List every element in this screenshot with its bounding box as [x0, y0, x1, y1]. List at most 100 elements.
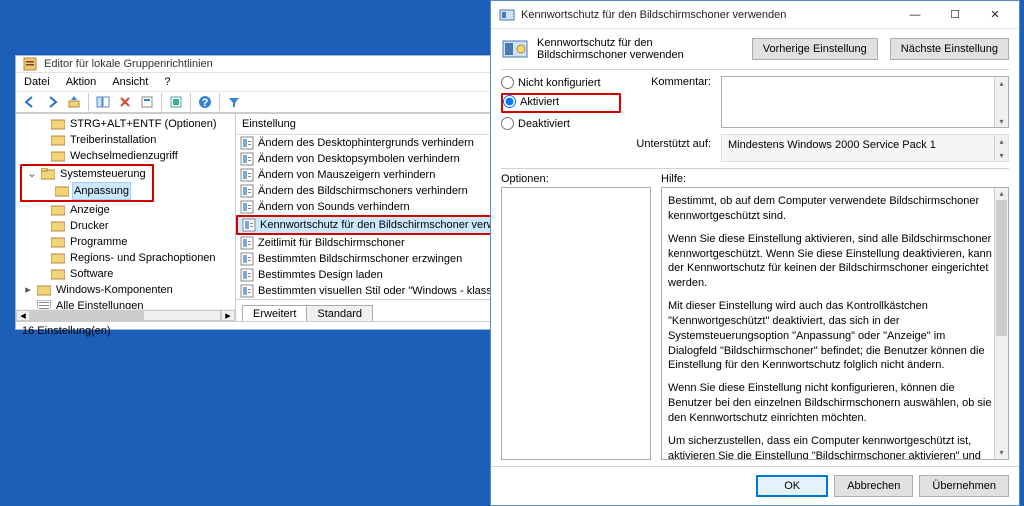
tab-standard[interactable]: Standard: [306, 305, 373, 321]
scroll-up-icon[interactable]: ▴: [995, 135, 1008, 147]
gpedit-toolbar: ?: [16, 92, 494, 113]
filter-icon[interactable]: [224, 92, 244, 112]
policy-item[interactable]: Bestimmtes Design laden: [236, 267, 494, 283]
tree-item-windows-komponenten[interactable]: ▸Windows-Komponenten: [20, 282, 235, 298]
policy-list[interactable]: Ändern des Desktophintergrunds verhinder…: [236, 135, 494, 299]
policy-item-icon: [240, 268, 254, 282]
tree-item-systemsteuerung[interactable]: ⌄Systemsteuerung: [24, 166, 150, 182]
policy-item[interactable]: Ändern des Desktophintergrunds verhinder…: [236, 135, 494, 151]
menu-aktion[interactable]: Aktion: [58, 73, 105, 91]
menu-datei[interactable]: Datei: [16, 73, 58, 91]
help-icon[interactable]: ?: [195, 92, 215, 112]
policy-title: Kennwortschutz für den Bildschirmschoner…: [521, 9, 895, 21]
folder-icon: [51, 267, 65, 281]
supported-label: Unterstützt auf:: [631, 138, 711, 150]
options-box[interactable]: [501, 187, 651, 460]
policy-item-label: Ändern des Desktophintergrunds verhinder…: [258, 137, 474, 149]
column-header-einstellung[interactable]: Einstellung: [236, 114, 494, 135]
radio-disabled[interactable]: Deaktiviert: [501, 117, 621, 130]
help-textbox[interactable]: Bestimmt, ob auf dem Computer verwendete…: [661, 187, 1009, 460]
maximize-button[interactable]: ☐: [935, 4, 975, 26]
supported-scrollbar[interactable]: ▴▾: [994, 135, 1008, 161]
show-hide-tree-icon[interactable]: [93, 92, 113, 112]
policy-item[interactable]: Ändern von Mauszeigern verhindern: [236, 167, 494, 183]
tree-item[interactable]: Programme: [34, 234, 235, 250]
folder-icon: [55, 184, 69, 198]
tree-item[interactable]: Software: [34, 266, 235, 282]
policy-header: Kennwortschutz für den Bildschirmschoner…: [491, 29, 1019, 69]
gpedit-tree-pane[interactable]: STRG+ALT+ENTF (Optionen) Treiberinstalla…: [16, 114, 236, 321]
cancel-button[interactable]: Abbrechen: [834, 475, 913, 497]
policy-item-icon: [240, 284, 254, 298]
menu-help[interactable]: ?: [156, 73, 178, 91]
scroll-down-icon[interactable]: ▾: [995, 447, 1008, 459]
policy-item[interactable]: Bestimmten visuellen Stil oder "Windows …: [236, 283, 494, 299]
svg-text:?: ?: [202, 97, 209, 109]
comment-textarea[interactable]: ▴▾: [721, 76, 1009, 128]
scroll-down-icon[interactable]: ▾: [995, 115, 1008, 127]
back-icon[interactable]: [20, 92, 40, 112]
policy-item-label: Bestimmtes Design laden: [258, 269, 383, 281]
menu-ansicht[interactable]: Ansicht: [104, 73, 156, 91]
tree-item[interactable]: Wechselmedienzugriff: [34, 148, 235, 164]
tree-item[interactable]: Regions- und Sprachoptionen: [34, 250, 235, 266]
tree-item-anpassung[interactable]: Anpassung: [38, 182, 150, 200]
up-icon[interactable]: [64, 92, 84, 112]
chevron-right-icon[interactable]: ▸: [22, 282, 34, 298]
scroll-thumb[interactable]: [996, 200, 1007, 336]
comment-scrollbar[interactable]: ▴▾: [994, 77, 1008, 127]
next-setting-button[interactable]: Nächste Einstellung: [890, 38, 1009, 60]
tree-scrollbar-horizontal[interactable]: ◂ ▸: [16, 309, 235, 321]
radio-enabled[interactable]: Aktiviert: [503, 95, 563, 108]
policy-item[interactable]: Kennwortschutz für den Bildschirmschoner…: [236, 215, 494, 235]
policy-dialog: Kennwortschutz für den Bildschirmschoner…: [490, 0, 1020, 506]
policy-item[interactable]: Ändern des Bildschirmschoners verhindern: [236, 183, 494, 199]
policy-titlebar[interactable]: Kennwortschutz für den Bildschirmschoner…: [491, 1, 1019, 29]
ok-button[interactable]: OK: [756, 475, 828, 497]
policy-item[interactable]: Zeitlimit für Bildschirmschoner: [236, 235, 494, 251]
folder-icon: [51, 235, 65, 249]
refresh-icon[interactable]: [166, 92, 186, 112]
policy-item-label: Bestimmten visuellen Stil oder "Windows …: [258, 285, 494, 297]
scroll-thumb[interactable]: [31, 311, 144, 320]
scroll-left-icon[interactable]: ◂: [16, 310, 30, 321]
scroll-track[interactable]: [30, 310, 221, 321]
help-paragraph: Mit dieser Einstellung wird auch das Kon…: [668, 299, 992, 373]
chevron-down-icon[interactable]: ⌄: [26, 166, 38, 182]
gpedit-titlebar[interactable]: Editor für lokale Gruppenrichtlinien: [16, 56, 494, 73]
scroll-up-icon[interactable]: ▴: [995, 77, 1008, 89]
toolbar-separator: [161, 93, 162, 111]
minimize-button[interactable]: —: [895, 4, 935, 26]
supported-on-box: Mindestens Windows 2000 Service Pack 1 ▴…: [721, 134, 1009, 162]
policy-item-icon: [240, 252, 254, 266]
policy-item-label: Ändern von Mauszeigern verhindern: [258, 169, 435, 181]
radio-not-configured[interactable]: Nicht konfiguriert: [501, 76, 621, 89]
delete-icon[interactable]: [115, 92, 135, 112]
folder-open-icon: [41, 167, 55, 181]
policy-item-label: Zeitlimit für Bildschirmschoner: [258, 237, 405, 249]
policy-item[interactable]: Ändern von Desktopsymbolen verhindern: [236, 151, 494, 167]
tree-item[interactable]: Drucker: [34, 218, 235, 234]
forward-icon[interactable]: [42, 92, 62, 112]
folder-icon: [51, 117, 65, 131]
help-paragraph: Bestimmt, ob auf dem Computer verwendete…: [668, 194, 992, 224]
policy-item[interactable]: Bestimmten Bildschirmschoner erzwingen: [236, 251, 494, 267]
policy-item-label: Bestimmten Bildschirmschoner erzwingen: [258, 253, 462, 265]
close-button[interactable]: ✕: [975, 4, 1015, 26]
properties-icon[interactable]: [137, 92, 157, 112]
gpedit-tree: STRG+ALT+ENTF (Optionen) Treiberinstalla…: [16, 116, 235, 314]
prev-setting-button[interactable]: Vorherige Einstellung: [752, 38, 878, 60]
tree-item[interactable]: STRG+ALT+ENTF (Optionen): [34, 116, 235, 132]
policy-item-label: Ändern von Sounds verhindern: [258, 201, 410, 213]
tab-erweitert[interactable]: Erweitert: [242, 305, 307, 321]
scroll-right-icon[interactable]: ▸: [221, 310, 235, 321]
help-scrollbar[interactable]: ▴ ▾: [994, 188, 1008, 459]
scroll-down-icon[interactable]: ▾: [995, 149, 1008, 161]
apply-button[interactable]: Übernehmen: [919, 475, 1009, 497]
tree-item[interactable]: Anzeige: [34, 202, 235, 218]
gpedit-title: Editor für lokale Gruppenrichtlinien: [44, 58, 213, 70]
scroll-up-icon[interactable]: ▴: [995, 188, 1008, 200]
policy-item[interactable]: Ändern von Sounds verhindern: [236, 199, 494, 215]
tree-item[interactable]: Treiberinstallation: [34, 132, 235, 148]
folder-icon: [37, 283, 51, 297]
